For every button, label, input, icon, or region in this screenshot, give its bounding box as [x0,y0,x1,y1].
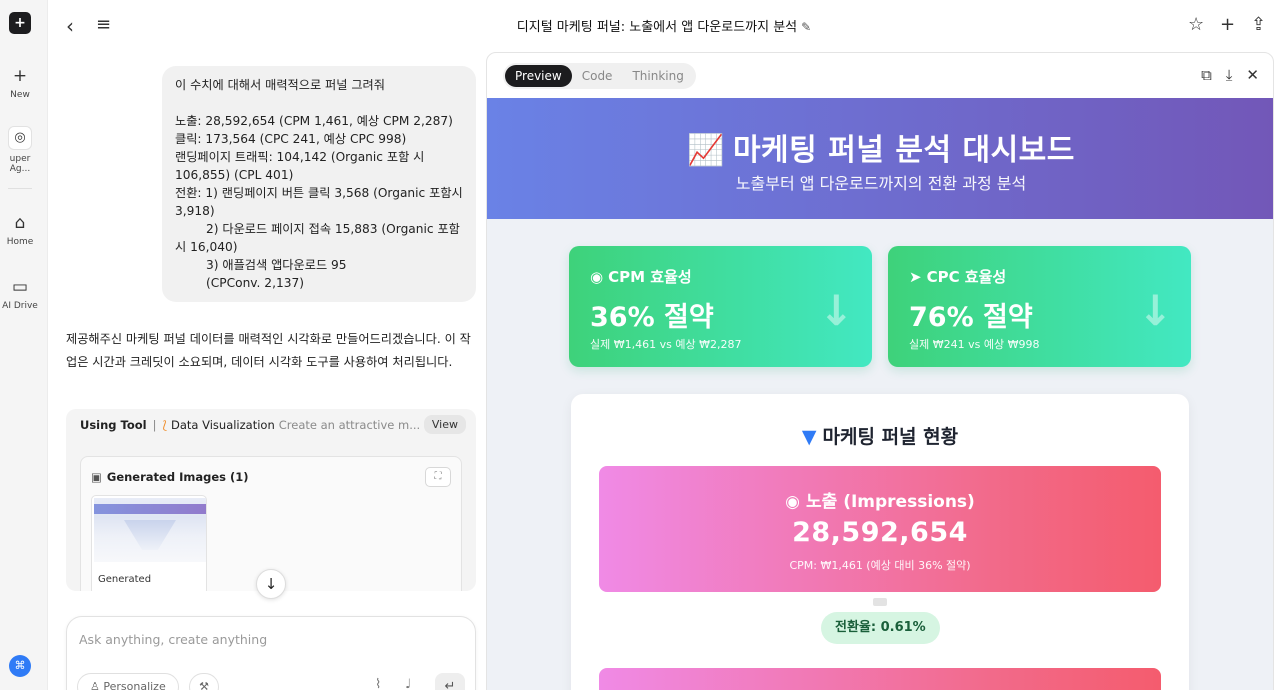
download-icon[interactable]: ⤓ [1226,66,1233,84]
thumbnail-preview [94,498,206,562]
tools-button[interactable]: ⚒ [189,673,219,690]
conversion-rate-badge: 전환율: 0.61% [821,612,940,644]
rail-item-new[interactable]: + New [0,66,40,100]
scroll-down-button[interactable]: ↓ [256,569,286,599]
super-agent-icon: ◎ [8,126,32,150]
funnel-card: ▼ 마케팅 퍼널 현황 ◉ 노출 (Impressions) 28,592,654 … [571,394,1189,690]
thumbnail-header-band [94,504,206,514]
card-title: ◉ CPM 효율성 [590,266,872,287]
ai-drive-icon: ▭ [11,277,29,297]
chart-line-icon: 📈 [687,133,725,168]
cpc-efficiency-card: ➤ CPC 효율성 76% 절약 실제 ₩241 vs 예상 ₩998 ↓ [888,246,1191,367]
assistant-reply: 제공해주신 마케팅 퍼널 데이터를 매력적인 시각화로 만들어드리겠습니다. 이… [66,332,471,369]
arrow-down-icon: ↓ [1137,286,1173,335]
plus-icon[interactable]: + [1220,14,1235,35]
personalize-label: Personalize [103,680,166,690]
person-icon: ♙ [90,680,104,690]
user-message: 이 수치에 대해서 매력적으로 퍼널 그려줘 노출: 28,592,654 (C… [162,66,476,302]
generated-images-title: Generated Images (1) [106,470,249,484]
stage-connector [873,598,887,606]
enter-icon: ↵ [444,679,456,690]
top-bar: ‹ ≡ 디지털 마케팅 퍼널: 노출에서 앱 다운로드까지 분석 ✎ ☆ + ⇪ [48,0,1280,52]
tool-divider: | [152,418,157,432]
funnel-title: ▼ 마케팅 퍼널 현황 [571,422,1189,449]
microphone-icon[interactable]: ♩ [405,677,411,690]
rail-item-super-agent[interactable]: ◎ uper Ag... [0,126,40,174]
home-icon: ⌂ [14,213,26,233]
tool-name: Data Visualization [170,418,275,432]
funnel-stage-impressions: ◉ 노출 (Impressions) 28,592,654 CPM: ₩1,461… [599,466,1161,592]
chat-input[interactable]: Ask anything, create anything ♙ Personal… [66,616,476,690]
stage-note: CPM: ₩1,461 (예상 대비 36% 절약) [789,559,971,572]
arrow-down-icon: ↓ [818,286,854,335]
open-external-icon[interactable]: ⧉ [1201,66,1212,84]
rail-item-label: uper Ag... [9,154,31,174]
image-icon: ▣ [91,470,102,484]
tool-header: Using Tool | ⟅ Data Visualization Create an … [80,415,466,436]
left-rail: + + New ◎ uper Ag... ⌂ Home ▭ AI Drive ⌘ [0,0,48,690]
stage-value: 28,592,654 [792,517,968,548]
page-title[interactable]: 디지털 마케팅 퍼널: 노출에서 앱 다운로드까지 분석 ✎ [48,16,1280,35]
generated-images-header: ▣ Generated Images (1) [91,470,248,484]
tab-thinking[interactable]: Thinking [622,65,693,87]
rail-item-label: New [10,90,30,100]
cpm-efficiency-card: ◉ CPM 효율성 36% 절약 실제 ₩1,461 vs 예상 ₩2,287 ↓ [569,246,872,367]
thumbnail-label: Generated [98,574,152,585]
rail-item-label: Home [6,237,34,247]
tab-preview[interactable]: Preview [505,65,572,87]
card-title-text: CPM 효율성 [608,268,692,286]
cursor-icon: ➤ [909,268,922,286]
send-button[interactable]: ↵ [435,673,465,690]
card-subtext: 실제 ₩241 vs 예상 ₩998 [909,338,1040,351]
rail-item-ai-drive[interactable]: ▭ AI Drive [0,277,40,311]
view-button[interactable]: View [423,415,466,434]
using-tool-label: Using Tool [80,418,147,432]
funnel-stage-next [599,668,1161,690]
dashboard-hero: 📈 마케팅 퍼널 분석 대시보드 노출부터 앱 다운로드까지의 전환 과정 분석 [487,98,1273,219]
funnel-title-text: 마케팅 퍼널 현황 [822,426,959,448]
card-subtext: 실제 ₩1,461 vs 예상 ₩2,287 [590,338,742,351]
generated-image-thumbnail[interactable]: Generated [91,495,207,591]
stage-label: ◉ 노출 (Impressions) [599,487,1161,512]
preview-panel: Preview Code Thinking ⧉ ⤓ ✕ 📈 마케팅 퍼널 분석 대시보드 … [486,52,1274,690]
gift-icon[interactable]: ⌘ [9,655,31,677]
preview-actions: ⧉ ⤓ ✕ [1187,65,1259,84]
personalize-button[interactable]: ♙ Personalize [77,673,179,690]
preview-tabs: Preview Code Thinking [503,63,696,89]
wrench-icon: ⚒ [199,680,209,690]
tool-description: Create an attractive m... [278,418,421,432]
dashboard-title: 📈 마케팅 퍼널 분석 대시보드 [487,125,1273,169]
app-logo-icon[interactable]: + [9,12,31,34]
eye-icon: ◉ [785,492,800,512]
card-title-text: CPC 효율성 [926,268,1007,286]
expand-icon[interactable]: ⛶ [425,467,451,487]
app: + + New ◎ uper Ag... ⌂ Home ▭ AI Drive ⌘… [0,0,1280,690]
rail-item-home[interactable]: ⌂ Home [0,213,40,247]
tool-card: Using Tool | ⟅ Data Visualization Create an … [66,409,476,591]
attach-icon[interactable]: ⌇ [375,677,381,690]
preview-page: 📈 마케팅 퍼널 분석 대시보드 노출부터 앱 다운로드까지의 전환 과정 분석 … [487,98,1273,690]
funnel-icon: ▼ [801,426,817,448]
dashboard-subtitle: 노출부터 앱 다운로드까지의 전환 과정 분석 [735,174,1027,193]
chat-input-placeholder: Ask anything, create anything [79,632,268,647]
eye-icon: ◉ [590,268,604,286]
stage-label-text: 노출 (Impressions) [806,492,975,512]
edit-icon[interactable]: ✎ [801,20,811,34]
thumbnail-funnel-shape [124,520,176,550]
close-icon[interactable]: ✕ [1246,66,1259,84]
star-icon[interactable]: ☆ [1188,14,1204,35]
data-visualization-icon: ⟅ [162,418,167,432]
share-icon[interactable]: ⇪ [1251,14,1266,35]
tab-code[interactable]: Code [572,65,623,87]
page-title-text: 디지털 마케팅 퍼널: 노출에서 앱 다운로드까지 분석 [516,20,798,35]
dashboard-title-text: 마케팅 퍼널 분석 대시보드 [732,133,1075,168]
rail-item-label: AI Drive [2,301,38,311]
rail-divider [8,188,32,189]
plus-icon: + [12,66,28,86]
card-title: ➤ CPC 효율성 [909,266,1191,287]
